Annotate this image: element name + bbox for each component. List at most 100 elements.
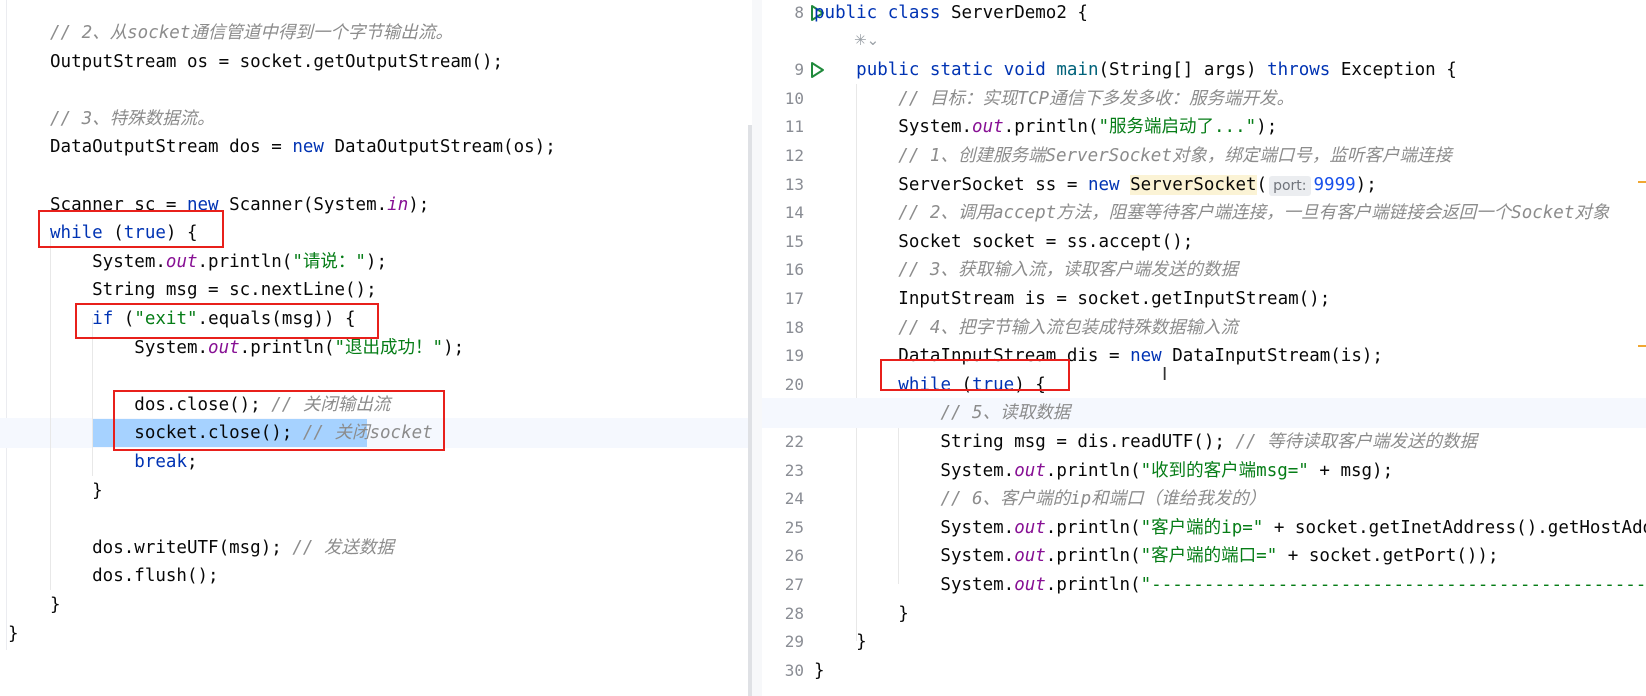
code-line[interactable]: ServerSocket ss = new ServerSocket(port:… bbox=[814, 170, 1377, 200]
code-token: ( bbox=[1256, 174, 1268, 195]
line-number[interactable]: 15 bbox=[762, 227, 804, 257]
code-token: ); bbox=[1355, 174, 1377, 195]
code-line[interactable]: // 3、获取输入流，读取客户端发送的数据 bbox=[814, 255, 1238, 285]
text-cursor-icon: I bbox=[1162, 364, 1168, 385]
code-line[interactable]: // 2、从socket通信管道中得到一个字节输出流。 bbox=[50, 18, 453, 48]
line-number[interactable]: 24 bbox=[762, 484, 804, 514]
ai-assistant-icon[interactable]: ✳⌄ bbox=[854, 31, 879, 49]
code-token: out bbox=[1014, 460, 1046, 481]
code-comment: // 2、调用accept方法，阻塞等待客户端连接，一旦有客户端链接会返回一个S… bbox=[898, 203, 1610, 224]
code-line[interactable]: System.out.println("客户端的ip=" + socket.ge… bbox=[814, 513, 1646, 543]
code-token: System. bbox=[814, 117, 973, 138]
code-token: String msg = dis.readUTF(); bbox=[814, 432, 1236, 452]
code-token: InputStream is = socket.getInputStream()… bbox=[814, 289, 1331, 309]
code-token: } bbox=[814, 632, 867, 653]
code-line[interactable]: InputStream is = socket.getInputStream()… bbox=[814, 284, 1330, 314]
code-line[interactable]: System.out.println("请说："); bbox=[50, 247, 387, 277]
code-token: ); bbox=[1256, 117, 1278, 138]
code-line[interactable]: String msg = sc.nextLine(); bbox=[50, 275, 377, 305]
code-line[interactable]: dos.flush(); bbox=[50, 561, 218, 591]
code-line[interactable]: // 3、特殊数据流。 bbox=[50, 104, 215, 134]
code-line[interactable]: Socket socket = ss.accept(); bbox=[814, 227, 1193, 257]
keyword-token: throws bbox=[1267, 60, 1331, 81]
code-token: System. bbox=[814, 575, 1015, 595]
code-line[interactable]: // 1、创建服务端ServerSocket对象，绑定端口号，监听客户端连接 bbox=[814, 141, 1452, 171]
line-number[interactable]: 9 bbox=[762, 55, 804, 85]
code-line[interactable]: DataOutputStream dos = new DataOutputStr… bbox=[50, 132, 556, 162]
code-token: out bbox=[972, 117, 1004, 138]
line-number[interactable]: 25 bbox=[762, 513, 804, 543]
code-line[interactable]: break; bbox=[50, 447, 198, 477]
code-token: ); bbox=[365, 251, 387, 272]
code-token: .println( bbox=[197, 251, 293, 272]
code-line[interactable]: public static void main(String[] args) t… bbox=[814, 55, 1457, 85]
code-token: out bbox=[165, 251, 198, 272]
right-editor-pane[interactable]: 8910111213141516171819202122232425262728… bbox=[762, 0, 1646, 696]
code-comment: // 目标：实现TCP通信下多发多收：服务端开发。 bbox=[898, 88, 1295, 109]
code-token: .println( bbox=[1045, 546, 1141, 567]
line-number[interactable]: 26 bbox=[762, 541, 804, 571]
code-line[interactable]: System.out.println("客户端的端口=" + socket.ge… bbox=[814, 541, 1499, 571]
code-token: + socket.getPort()); bbox=[1277, 546, 1499, 567]
code-comment: // 等待读取客户端发送的数据 bbox=[1235, 432, 1478, 452]
code-token: + msg); bbox=[1308, 460, 1394, 481]
line-number[interactable]: 22 bbox=[762, 427, 804, 457]
line-number[interactable]: 12 bbox=[762, 141, 804, 171]
line-number[interactable]: 20 bbox=[762, 370, 804, 400]
warning-stripe-marker[interactable] bbox=[1638, 345, 1646, 347]
code-line[interactable]: OutputStream os = socket.getOutputStream… bbox=[50, 47, 503, 77]
code-line[interactable]: System.out.println("--------------------… bbox=[814, 570, 1646, 600]
line-number[interactable]: 8 bbox=[762, 0, 804, 28]
code-line[interactable]: } bbox=[814, 627, 867, 657]
code-line[interactable]: // 目标：实现TCP通信下多发多收：服务端开发。 bbox=[814, 84, 1294, 114]
code-line[interactable]: // 5、读取数据 bbox=[814, 398, 1070, 428]
code-line[interactable]: System.out.println("服务端启动了..."); bbox=[814, 112, 1277, 142]
code-token: out bbox=[208, 337, 240, 358]
line-number[interactable]: 10 bbox=[762, 84, 804, 114]
line-number[interactable]: 23 bbox=[762, 456, 804, 486]
warning-stripe-marker[interactable] bbox=[1638, 181, 1646, 183]
code-line[interactable]: dos.writeUTF(msg); // 发送数据 bbox=[50, 533, 394, 563]
code-line[interactable]: } bbox=[8, 619, 19, 649]
code-line[interactable]: // 4、把字节输入流包装成特殊数据输入流 bbox=[814, 313, 1238, 343]
code-token: ServerSocket bbox=[1130, 174, 1257, 195]
code-token: OutputStream os = socket.getOutputStream… bbox=[50, 51, 504, 72]
line-number[interactable]: 16 bbox=[762, 255, 804, 285]
code-token: .println( bbox=[239, 337, 335, 358]
line-number[interactable]: 29 bbox=[762, 627, 804, 657]
code-line[interactable]: // 6、客户端的ip和端口（谁给我发的） bbox=[814, 484, 1266, 514]
line-number[interactable]: 14 bbox=[762, 198, 804, 228]
param-hint: port: bbox=[1269, 175, 1311, 196]
code-comment: // 3、特殊数据流。 bbox=[50, 108, 215, 129]
code-line[interactable]: } bbox=[50, 590, 61, 620]
string-literal: "服务端启动了..." bbox=[1098, 117, 1257, 138]
code-token: ; bbox=[186, 452, 198, 472]
highlight-box-close bbox=[113, 390, 445, 451]
left-editor-pane[interactable]: // 2、从socket通信管道中得到一个字节输出流。 OutputStream … bbox=[0, 0, 752, 696]
code-line[interactable]: System.out.println("收到的客户端msg=" + msg); bbox=[814, 456, 1393, 486]
code-line[interactable]: public class ServerDemo2 { bbox=[814, 0, 1088, 28]
code-token: String msg = sc.nextLine(); bbox=[50, 280, 377, 301]
code-token: .println( bbox=[1045, 517, 1141, 538]
string-literal: "退出成功！" bbox=[334, 337, 444, 358]
code-token: 9999 bbox=[1313, 174, 1356, 195]
line-number[interactable]: 28 bbox=[762, 599, 804, 629]
code-line[interactable]: } bbox=[50, 476, 103, 506]
line-number[interactable]: 13 bbox=[762, 170, 804, 200]
code-line[interactable]: } bbox=[814, 656, 825, 686]
code-line[interactable]: // 2、调用accept方法，阻塞等待客户端连接，一旦有客户端链接会返回一个S… bbox=[814, 198, 1609, 228]
line-number[interactable]: 30 bbox=[762, 656, 804, 686]
code-token: } bbox=[50, 595, 61, 615]
code-token: ServerSocket ss = bbox=[814, 174, 1088, 195]
string-literal: "---------------------------------------… bbox=[1140, 575, 1646, 595]
line-number[interactable]: 11 bbox=[762, 112, 804, 142]
line-number[interactable]: 18 bbox=[762, 313, 804, 343]
code-line[interactable]: String msg = dis.readUTF(); // 等待读取客户端发送… bbox=[814, 427, 1477, 457]
editor-split-divider[interactable] bbox=[752, 0, 762, 696]
code-line[interactable]: } bbox=[814, 599, 909, 629]
line-number[interactable]: 19 bbox=[762, 341, 804, 371]
line-number[interactable]: 17 bbox=[762, 284, 804, 314]
line-number[interactable]: 27 bbox=[762, 570, 804, 600]
